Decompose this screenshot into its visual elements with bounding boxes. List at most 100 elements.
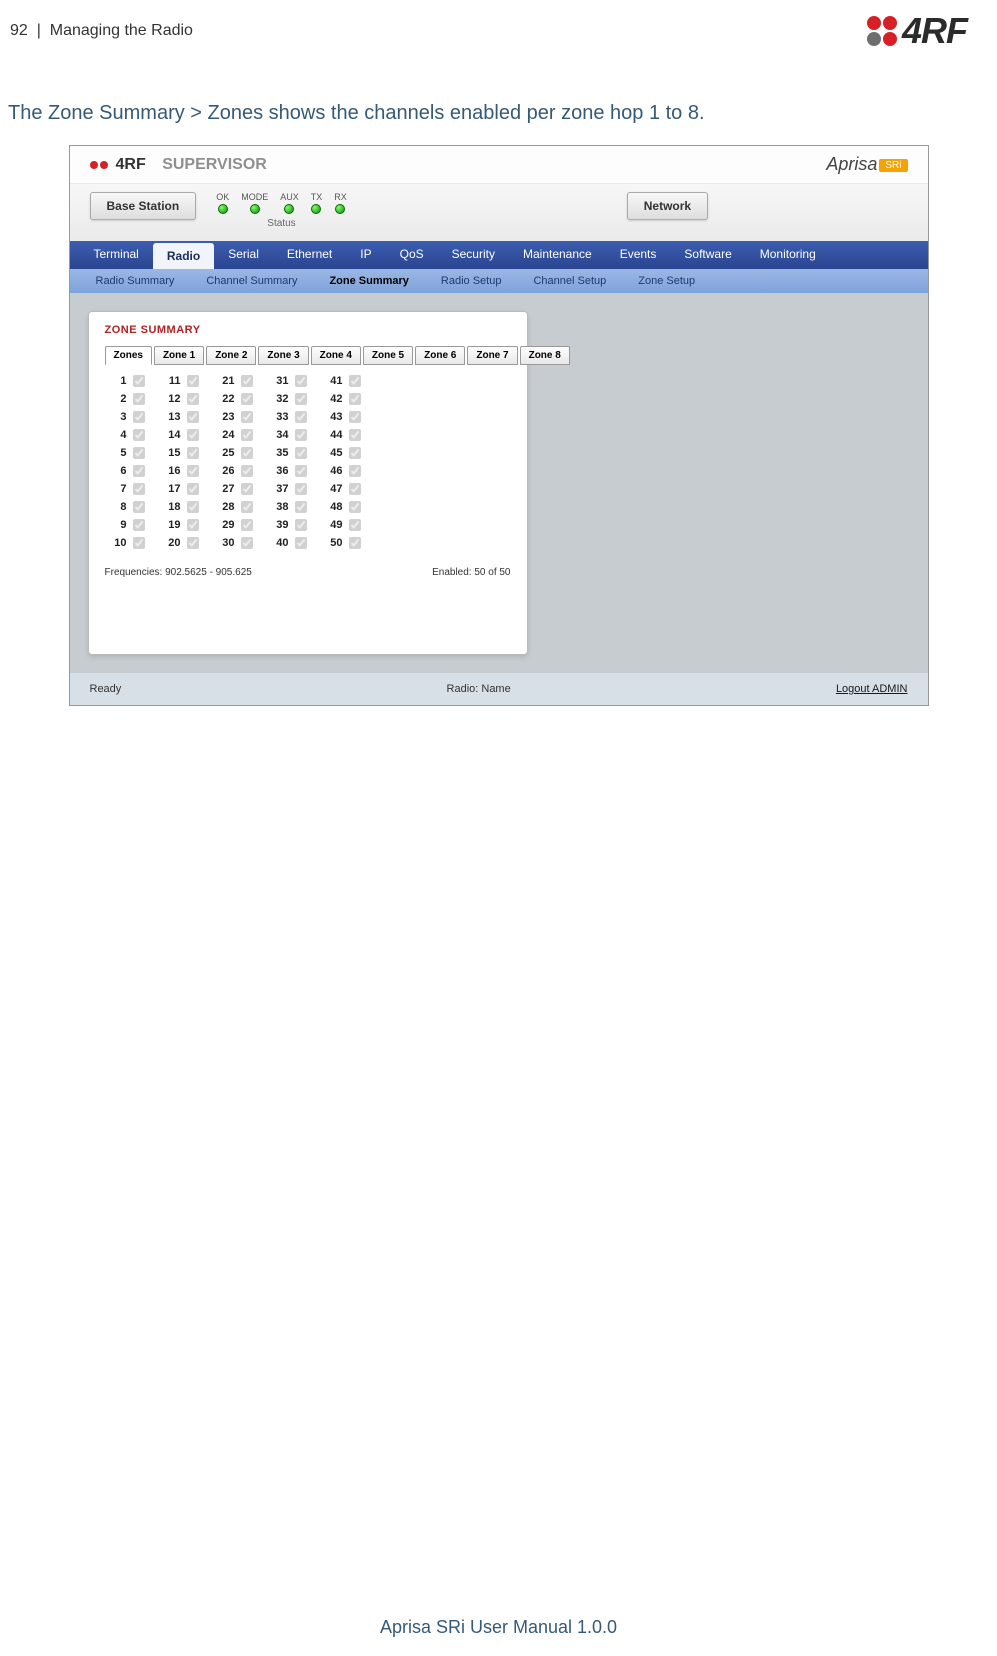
channel-10: 10: [111, 537, 145, 549]
channel-49-checkbox[interactable]: [349, 519, 361, 531]
enabled-text: Enabled: 50 of 50: [432, 567, 510, 578]
channel-26-checkbox[interactable]: [241, 465, 253, 477]
channel-27-checkbox[interactable]: [241, 483, 253, 495]
channel-9-checkbox[interactable]: [133, 519, 145, 531]
zone-tab-zone-6[interactable]: Zone 6: [415, 346, 465, 365]
sub-tab-radio-setup[interactable]: Radio Setup: [425, 269, 518, 293]
main-tab-monitoring[interactable]: Monitoring: [746, 241, 830, 269]
logout-link[interactable]: Logout ADMIN: [836, 683, 908, 695]
channel-39-checkbox[interactable]: [295, 519, 307, 531]
channel-23-checkbox[interactable]: [241, 411, 253, 423]
led-mode: MODE: [241, 192, 268, 214]
led-aux: AUX: [280, 192, 299, 214]
channel-40-checkbox[interactable]: [295, 537, 307, 549]
zone-tab-zone-2[interactable]: Zone 2: [206, 346, 256, 365]
channel-19-checkbox[interactable]: [187, 519, 199, 531]
zone-tab-zones[interactable]: Zones: [105, 346, 152, 365]
supervisor-screenshot: 4RF SUPERVISOR AprisaSRi Base Station OK…: [69, 145, 929, 706]
channel-33: 33: [273, 411, 307, 423]
page-header-text: 92 | Managing the Radio: [10, 22, 193, 40]
channel-7-checkbox[interactable]: [133, 483, 145, 495]
main-tab-security[interactable]: Security: [438, 241, 509, 269]
sub-tab-channel-setup[interactable]: Channel Setup: [517, 269, 622, 293]
main-tab-terminal[interactable]: Terminal: [80, 241, 153, 269]
main-tab-software[interactable]: Software: [670, 241, 745, 269]
channel-10-checkbox[interactable]: [133, 537, 145, 549]
channel-36-checkbox[interactable]: [295, 465, 307, 477]
main-tab-radio[interactable]: Radio: [153, 243, 214, 269]
main-tab-events[interactable]: Events: [606, 241, 671, 269]
channel-31-checkbox[interactable]: [295, 375, 307, 387]
base-station-button[interactable]: Base Station: [90, 192, 197, 220]
channel-15-checkbox[interactable]: [187, 447, 199, 459]
channel-48-checkbox[interactable]: [349, 501, 361, 513]
channel-3-checkbox[interactable]: [133, 411, 145, 423]
brand-logo-4rf: 4RF: [866, 10, 967, 52]
channel-11-checkbox[interactable]: [187, 375, 199, 387]
zone-tabs: ZonesZone 1Zone 2Zone 3Zone 4Zone 5Zone …: [105, 346, 511, 365]
channel-47-checkbox[interactable]: [349, 483, 361, 495]
channel-41-checkbox[interactable]: [349, 375, 361, 387]
frequency-text: Frequencies: 902.5625 - 905.625: [105, 567, 252, 578]
channel-30: 30: [219, 537, 253, 549]
sub-tab-zone-summary[interactable]: Zone Summary: [313, 269, 424, 293]
channel-25-checkbox[interactable]: [241, 447, 253, 459]
main-tab-qos[interactable]: QoS: [386, 241, 438, 269]
channel-45-checkbox[interactable]: [349, 447, 361, 459]
channel-38-checkbox[interactable]: [295, 501, 307, 513]
main-tab-serial[interactable]: Serial: [214, 241, 273, 269]
channel-46-checkbox[interactable]: [349, 465, 361, 477]
channel-20-checkbox[interactable]: [187, 537, 199, 549]
channel-29-checkbox[interactable]: [241, 519, 253, 531]
channel-35-checkbox[interactable]: [295, 447, 307, 459]
channel-24-checkbox[interactable]: [241, 429, 253, 441]
channel-42-checkbox[interactable]: [349, 393, 361, 405]
channel-45: 45: [327, 447, 361, 459]
channel-14-checkbox[interactable]: [187, 429, 199, 441]
channel-31: 31: [273, 375, 307, 387]
main-tab-maintenance[interactable]: Maintenance: [509, 241, 606, 269]
channel-13-checkbox[interactable]: [187, 411, 199, 423]
channel-5-checkbox[interactable]: [133, 447, 145, 459]
channel-1-checkbox[interactable]: [133, 375, 145, 387]
channel-50-checkbox[interactable]: [349, 537, 361, 549]
channel-21-checkbox[interactable]: [241, 375, 253, 387]
channel-12-checkbox[interactable]: [187, 393, 199, 405]
status-leds: OKMODEAUXTXRX Status: [216, 192, 347, 229]
channel-43-checkbox[interactable]: [349, 411, 361, 423]
channel-44-checkbox[interactable]: [349, 429, 361, 441]
channel-16-checkbox[interactable]: [187, 465, 199, 477]
channel-14: 14: [165, 429, 199, 441]
zone-tab-zone-3[interactable]: Zone 3: [258, 346, 308, 365]
channel-6: 6: [111, 465, 145, 477]
channel-28: 28: [219, 501, 253, 513]
channel-8-checkbox[interactable]: [133, 501, 145, 513]
status-ready: Ready: [90, 683, 122, 695]
sub-tab-radio-summary[interactable]: Radio Summary: [80, 269, 191, 293]
sub-tab-zone-setup[interactable]: Zone Setup: [622, 269, 711, 293]
channel-37-checkbox[interactable]: [295, 483, 307, 495]
network-button[interactable]: Network: [627, 192, 708, 220]
channel-33-checkbox[interactable]: [295, 411, 307, 423]
channel-18-checkbox[interactable]: [187, 501, 199, 513]
channel-22-checkbox[interactable]: [241, 393, 253, 405]
zone-tab-zone-4[interactable]: Zone 4: [311, 346, 361, 365]
zone-tab-zone-1[interactable]: Zone 1: [154, 346, 204, 365]
channel-28-checkbox[interactable]: [241, 501, 253, 513]
channel-17-checkbox[interactable]: [187, 483, 199, 495]
zone-tab-zone-5[interactable]: Zone 5: [363, 346, 413, 365]
zone-tab-zone-8[interactable]: Zone 8: [520, 346, 570, 365]
channel-9: 9: [111, 519, 145, 531]
led-rx: RX: [334, 192, 347, 214]
main-tab-ip[interactable]: IP: [346, 241, 385, 269]
channel-26: 26: [219, 465, 253, 477]
main-tab-ethernet[interactable]: Ethernet: [273, 241, 346, 269]
channel-34-checkbox[interactable]: [295, 429, 307, 441]
zone-tab-zone-7[interactable]: Zone 7: [467, 346, 517, 365]
channel-6-checkbox[interactable]: [133, 465, 145, 477]
channel-30-checkbox[interactable]: [241, 537, 253, 549]
channel-2-checkbox[interactable]: [133, 393, 145, 405]
sub-tab-channel-summary[interactable]: Channel Summary: [190, 269, 313, 293]
channel-4-checkbox[interactable]: [133, 429, 145, 441]
channel-32-checkbox[interactable]: [295, 393, 307, 405]
